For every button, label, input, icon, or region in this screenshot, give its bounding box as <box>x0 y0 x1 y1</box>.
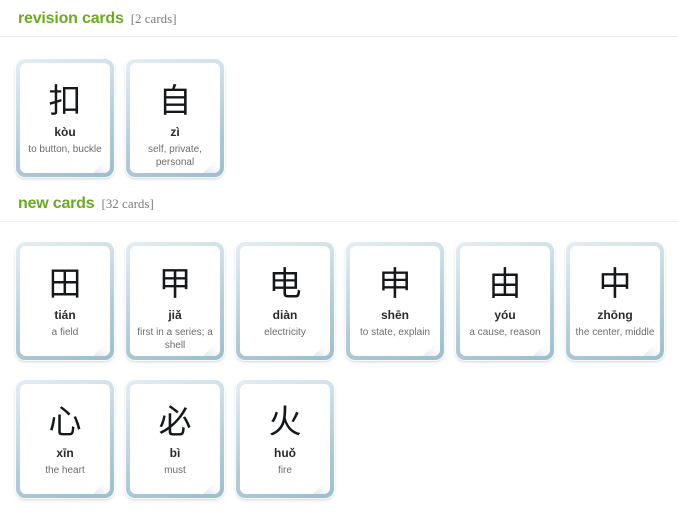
flashcard-meaning: a cause, reason <box>469 327 541 339</box>
flashcard-pinyin: huǒ <box>274 446 296 460</box>
page-curl-icon <box>93 339 110 356</box>
flashcard-meaning: a field <box>51 327 79 339</box>
flashcard-hanzi: 由 <box>488 263 522 303</box>
flashcard-meaning: the heart <box>45 465 85 477</box>
flashcard-meaning: first in a series; a shell <box>137 327 213 351</box>
flashcard-face: 心 xīn the heart <box>20 384 110 494</box>
flashcard-pinyin: zì <box>170 125 180 139</box>
card-row-new-2: 心 xīn the heart 必 bì must 火 huǒ fire <box>0 380 678 498</box>
page-curl-icon <box>643 339 660 356</box>
section-revision-cards: revision cards [2 cards] 扣 kòu to button… <box>0 10 678 177</box>
flashcard-page: revision cards [2 cards] 扣 kòu to button… <box>0 0 678 525</box>
flashcard-pinyin: diàn <box>272 308 298 322</box>
flashcard-hanzi: 火 <box>268 401 302 441</box>
flashcard-meaning: electricity <box>264 327 306 339</box>
flashcard-pinyin: yóu <box>494 308 516 322</box>
flashcard-pinyin: zhōng <box>597 308 633 322</box>
flashcard-hanzi: 心 <box>48 401 82 441</box>
flashcard-face: 申 shēn to state, explain <box>350 246 440 356</box>
card-row-new-1: 田 tián a field 甲 jiǎ first in a series; … <box>0 242 678 360</box>
flashcard-pinyin: bì <box>169 446 181 460</box>
section-title-new: new cards <box>18 195 95 212</box>
flashcard-hanzi: 扣 <box>48 80 82 120</box>
flashcard-pinyin: jiǎ <box>168 308 182 322</box>
page-curl-icon <box>423 339 440 356</box>
page-curl-icon <box>533 339 550 356</box>
flashcard[interactable]: 火 huǒ fire <box>236 380 334 498</box>
flashcard-meaning: self, private, personal <box>148 144 202 168</box>
flashcard[interactable]: 甲 jiǎ first in a series; a shell <box>126 242 224 360</box>
page-curl-icon <box>203 477 220 494</box>
flashcard-meaning: the center, middle <box>575 327 655 339</box>
flashcard-pinyin: kòu <box>54 125 76 139</box>
flashcard-meaning: to button, buckle <box>28 144 102 156</box>
page-curl-icon <box>93 477 110 494</box>
section-count-new: [32 cards] <box>101 196 154 211</box>
flashcard[interactable]: 田 tián a field <box>16 242 114 360</box>
flashcard-face: 田 tián a field <box>20 246 110 356</box>
flashcard-hanzi: 田 <box>48 263 82 303</box>
flashcard-hanzi: 甲 <box>158 263 192 303</box>
section-new-cards: new cards [32 cards] 田 tián a field 甲 ji… <box>0 195 678 498</box>
flashcard-hanzi: 必 <box>158 401 192 441</box>
card-row-revision-1: 扣 kòu to button, buckle 自 zì self, priva… <box>0 59 678 177</box>
section-title-revision: revision cards <box>18 10 124 27</box>
flashcard-hanzi: 电 <box>268 263 302 303</box>
page-curl-icon <box>93 156 110 173</box>
flashcard-pinyin: shēn <box>380 308 409 322</box>
flashcard[interactable]: 由 yóu a cause, reason <box>456 242 554 360</box>
flashcard-face: 甲 jiǎ first in a series; a shell <box>130 246 220 356</box>
flashcard[interactable]: 必 bì must <box>126 380 224 498</box>
flashcard-face: 必 bì must <box>130 384 220 494</box>
flashcard-face: 由 yóu a cause, reason <box>460 246 550 356</box>
flashcard[interactable]: 心 xīn the heart <box>16 380 114 498</box>
flashcard-meaning: must <box>164 465 186 477</box>
flashcard-face: 中 zhōng the center, middle <box>570 246 660 356</box>
flashcard-pinyin: xīn <box>56 446 74 460</box>
flashcard-hanzi: 中 <box>598 263 632 303</box>
flashcard-face: 火 huǒ fire <box>240 384 330 494</box>
flashcard-meaning: fire <box>278 465 292 477</box>
section-header-new: new cards [32 cards] <box>0 195 678 213</box>
page-curl-icon <box>313 339 330 356</box>
flashcard-hanzi: 申 <box>378 263 412 303</box>
flashcard-face: 自 zì self, private, personal <box>130 63 220 173</box>
section-header-revision: revision cards [2 cards] <box>0 10 678 28</box>
flashcard-hanzi: 自 <box>158 80 192 120</box>
flashcard[interactable]: 电 diàn electricity <box>236 242 334 360</box>
flashcard[interactable]: 扣 kòu to button, buckle <box>16 59 114 177</box>
flashcard-meaning: to state, explain <box>359 327 431 339</box>
section-count-revision: [2 cards] <box>130 11 177 26</box>
flashcard[interactable]: 申 shēn to state, explain <box>346 242 444 360</box>
flashcard-face: 电 diàn electricity <box>240 246 330 356</box>
flashcard[interactable]: 自 zì self, private, personal <box>126 59 224 177</box>
flashcard[interactable]: 中 zhōng the center, middle <box>566 242 664 360</box>
flashcard-face: 扣 kòu to button, buckle <box>20 63 110 173</box>
flashcard-pinyin: tián <box>54 308 76 322</box>
page-curl-icon <box>313 477 330 494</box>
